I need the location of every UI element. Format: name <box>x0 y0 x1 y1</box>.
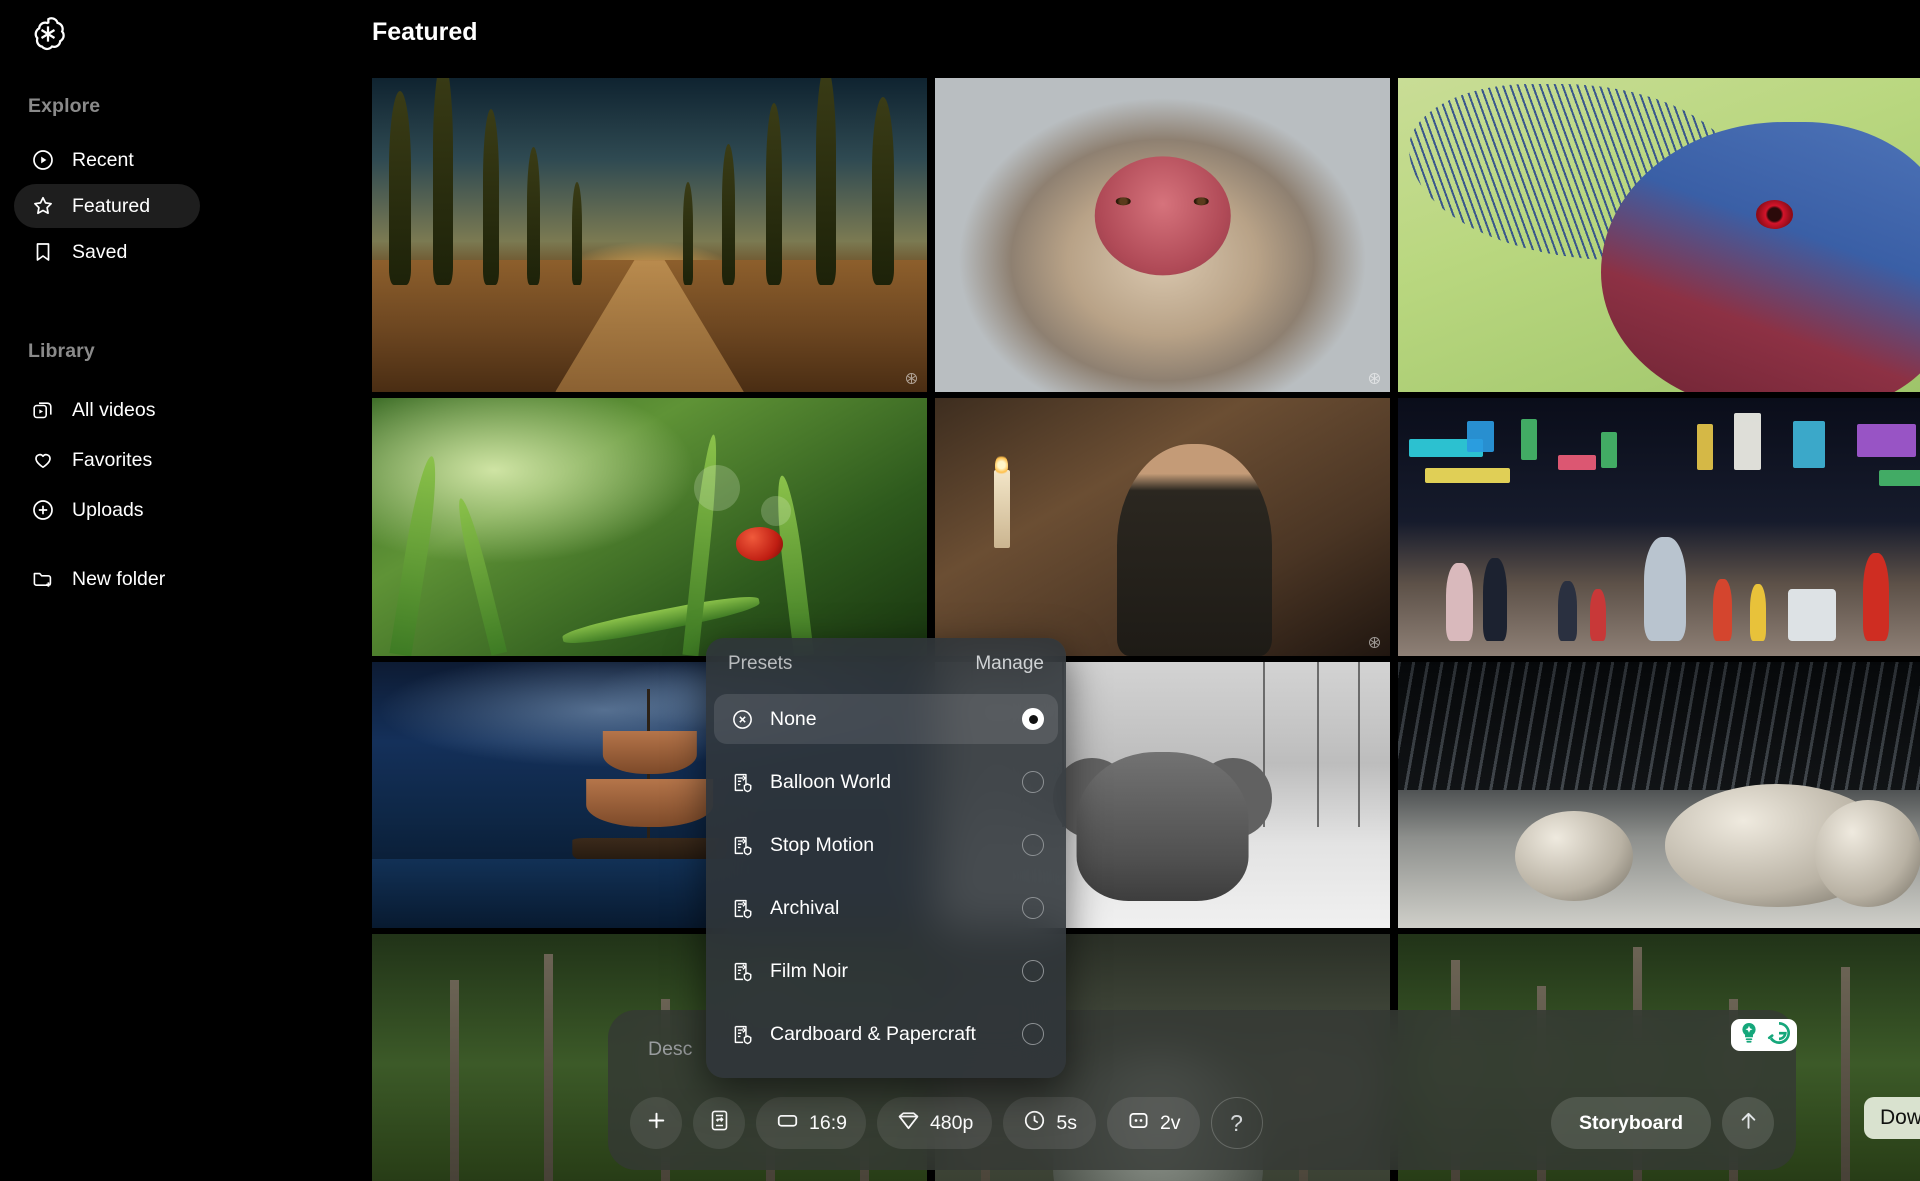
variations-icon <box>1126 1108 1151 1139</box>
storyboard-button[interactable]: Storyboard <box>1550 1097 1711 1149</box>
presets-manage-button[interactable]: Manage <box>975 653 1044 675</box>
preset-card-icon <box>730 770 754 794</box>
sidebar-item-label: Recent <box>72 148 134 171</box>
preset-option-balloon-world[interactable]: Balloon World <box>714 757 1058 807</box>
presets-popover: Presets Manage None Balloon World Stop M… <box>706 638 1066 1078</box>
lightbulb-icon <box>1735 1019 1763 1052</box>
preset-card-icon <box>730 1022 754 1046</box>
preset-label: Archival <box>770 896 840 919</box>
video-tile-modern-architecture-interior[interactable] <box>1398 662 1920 928</box>
help-label: ? <box>1230 1109 1243 1136</box>
openai-watermark-icon <box>1367 371 1382 386</box>
video-tile-snow-monkey-portrait[interactable] <box>935 78 1390 392</box>
duration-button[interactable]: 5s <box>1003 1097 1096 1149</box>
heart-icon <box>30 447 56 473</box>
add-attachment-button[interactable] <box>630 1097 682 1149</box>
grammarly-g-icon <box>1765 1019 1793 1052</box>
send-button[interactable] <box>1722 1097 1774 1149</box>
page-title: Featured <box>372 18 478 46</box>
preset-label: Balloon World <box>770 770 892 793</box>
main-content: Featured <box>370 0 1920 1181</box>
preset-option-none[interactable]: None <box>714 694 1058 744</box>
help-button[interactable]: ? <box>1210 1097 1263 1149</box>
openai-watermark-icon <box>1367 635 1382 650</box>
preset-label: None <box>770 707 817 730</box>
sidebar-section-library: Library <box>28 340 95 362</box>
star-icon <box>30 193 56 219</box>
video-tile-ladybug-on-dewy-leaf[interactable] <box>372 398 927 656</box>
sidebar-item-label: Favorites <box>72 448 153 471</box>
preset-label: Film Noir <box>770 959 848 982</box>
plus-icon <box>644 1108 669 1139</box>
folder-plus-icon <box>30 566 56 592</box>
download-button[interactable]: Dow <box>1864 1097 1920 1139</box>
preset-label: Stop Motion <box>770 833 875 856</box>
sidebar-item-new-folder[interactable]: New folder <box>14 557 244 601</box>
preset-radio[interactable] <box>1022 708 1044 730</box>
sidebar-item-all-videos[interactable]: All videos <box>14 388 200 432</box>
grammarly-badge[interactable] <box>1731 1019 1797 1051</box>
prompt-toolbar: 16:9 480p 5s 2v ? Storyboard <box>630 1094 1774 1152</box>
preset-option-cardboard-papercraft[interactable]: Cardboard & Papercraft <box>714 1009 1058 1059</box>
sidebar-item-favorites[interactable]: Favorites <box>14 438 200 482</box>
openai-watermark-icon <box>904 371 919 386</box>
sidebar: Explore Recent Featured Saved Library Al… <box>0 0 370 1181</box>
plus-circle-icon <box>30 497 56 523</box>
preset-option-film-noir[interactable]: Film Noir <box>714 946 1058 996</box>
clock-icon <box>1022 1108 1047 1139</box>
sidebar-item-label: Uploads <box>72 498 144 521</box>
openai-logo-icon[interactable] <box>26 12 70 56</box>
sidebar-item-featured[interactable]: Featured <box>14 184 200 228</box>
bookmark-icon <box>30 239 56 265</box>
presets-card-icon <box>707 1108 732 1139</box>
video-tile-neon-street-at-night[interactable] <box>1398 398 1920 656</box>
play-circle-icon <box>30 147 56 173</box>
preset-option-archival[interactable]: Archival <box>714 883 1058 933</box>
sidebar-item-label: Saved <box>72 240 128 263</box>
preset-label: Cardboard & Papercraft <box>770 1022 976 1045</box>
sidebar-item-uploads[interactable]: Uploads <box>14 488 200 532</box>
video-tile-victoria-crowned-pigeon[interactable] <box>1398 78 1920 392</box>
preset-radio[interactable] <box>1022 960 1044 982</box>
preset-card-icon <box>730 896 754 920</box>
preset-option-stop-motion[interactable]: Stop Motion <box>714 820 1058 870</box>
resolution-value: 480p <box>929 1111 974 1134</box>
video-stack-icon <box>30 397 56 423</box>
variations-value: 2v <box>1159 1111 1181 1134</box>
sidebar-item-saved[interactable]: Saved <box>14 230 200 274</box>
preset-card-icon <box>730 959 754 983</box>
storyboard-label: Storyboard <box>1578 1111 1683 1134</box>
duration-value: 5s <box>1056 1111 1077 1134</box>
preset-radio[interactable] <box>1022 1023 1044 1045</box>
sidebar-item-recent[interactable]: Recent <box>14 138 200 182</box>
sidebar-item-label: Featured <box>72 194 151 217</box>
sidebar-item-label: New folder <box>72 567 166 590</box>
sidebar-item-label: All videos <box>72 398 156 421</box>
variations-button[interactable]: 2v <box>1106 1097 1200 1149</box>
preset-radio[interactable] <box>1022 834 1044 856</box>
download-label: Dow <box>1880 1106 1920 1129</box>
resolution-button[interactable]: 480p <box>876 1097 993 1149</box>
presets-header: Presets Manage <box>706 638 1066 690</box>
x-circle-icon <box>730 707 754 731</box>
diamond-icon <box>896 1108 921 1139</box>
presets-title: Presets <box>728 653 793 674</box>
video-tile-writer-by-candlelight[interactable] <box>935 398 1390 656</box>
aspect-ratio-button[interactable]: 16:9 <box>756 1097 866 1149</box>
rectangle-icon <box>775 1108 800 1139</box>
aspect-ratio-value: 16:9 <box>809 1111 847 1134</box>
preset-radio[interactable] <box>1022 897 1044 919</box>
presets-button[interactable] <box>693 1097 745 1149</box>
video-tile-tree-lined-road-at-sunset[interactable] <box>372 78 927 392</box>
preset-card-icon <box>730 833 754 857</box>
sidebar-section-explore: Explore <box>28 95 101 117</box>
preset-radio[interactable] <box>1022 771 1044 793</box>
arrow-up-icon <box>1736 1108 1761 1138</box>
